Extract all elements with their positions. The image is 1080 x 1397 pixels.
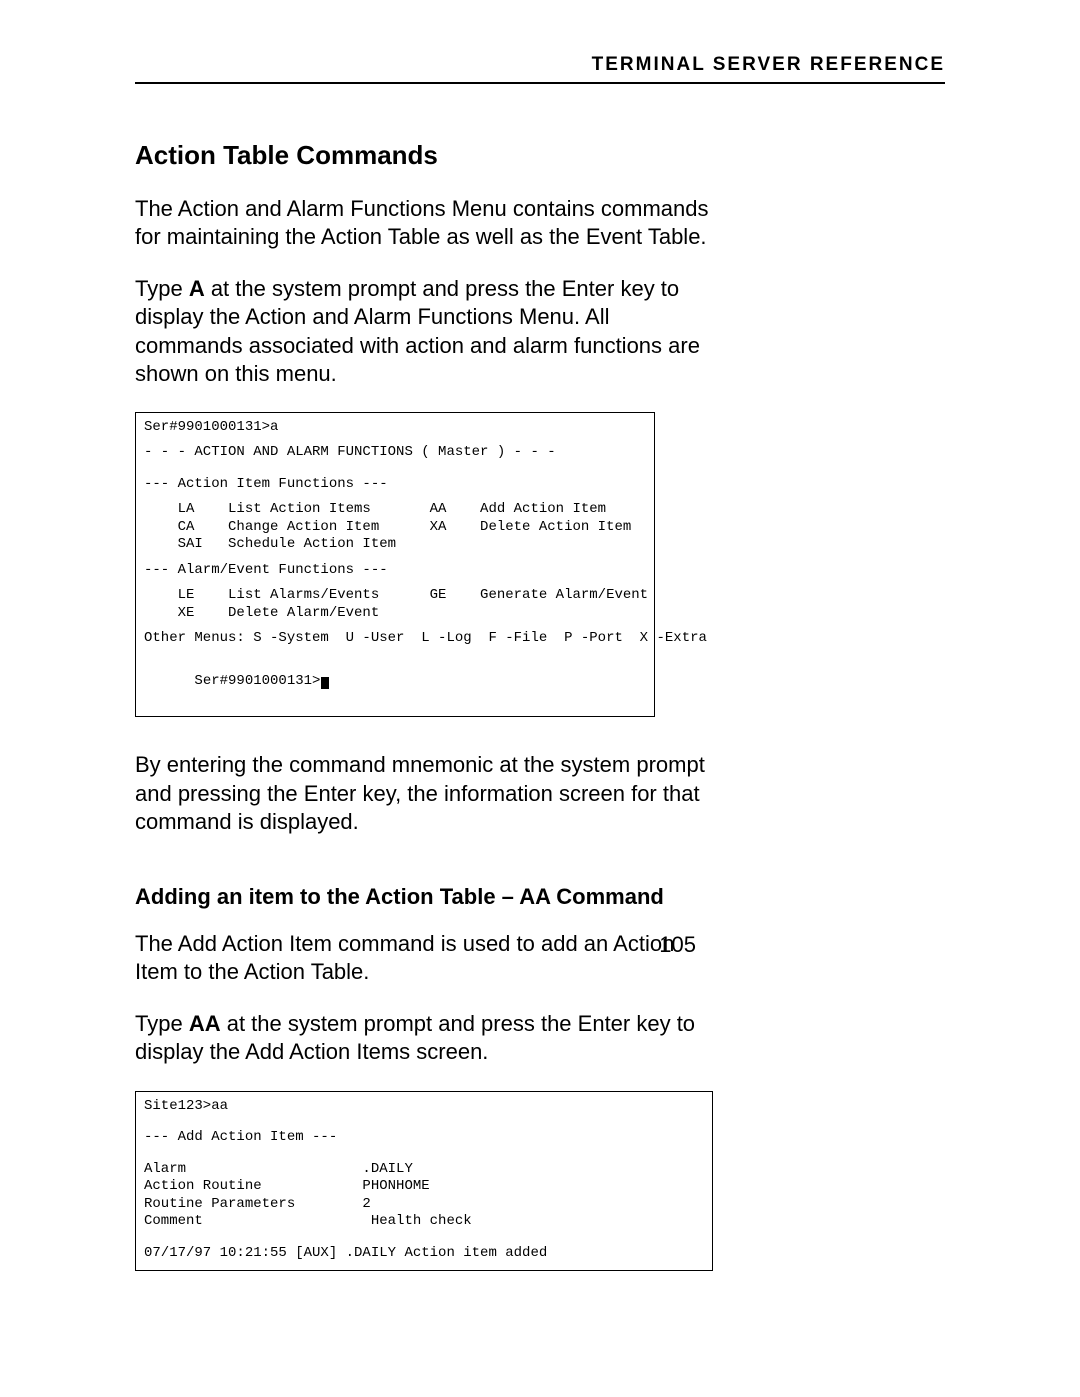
other-menus-line: Other Menus: S -System U -User L -Log F … — [144, 630, 646, 648]
section-para-2: Type A at the system prompt and press th… — [135, 275, 710, 388]
section-title: Action Table Commands — [135, 140, 945, 171]
text: Type — [135, 1011, 189, 1036]
aa-status-line: 07/17/97 10:21:55 [AUX] .DAILY Action it… — [144, 1245, 704, 1263]
terminal-menu-box: Ser#9901000131>a - - - ACTION AND ALARM … — [135, 412, 655, 718]
prompt-text: Ser#9901000131> — [194, 673, 320, 689]
menu-row: XE Delete Alarm/Event — [144, 605, 646, 623]
aa-field-row: Comment Health check — [144, 1213, 704, 1231]
text: Type — [135, 276, 189, 301]
subsection-para-2: Type AA at the system prompt and press t… — [135, 1010, 710, 1066]
menu-title: - - - ACTION AND ALARM FUNCTIONS ( Maste… — [144, 444, 646, 462]
menu-row: CA Change Action Item XA Delete Action I… — [144, 519, 646, 537]
key-aa: AA — [189, 1011, 221, 1036]
prompt-line-bottom: Ser#9901000131> — [144, 656, 646, 709]
key-a: A — [189, 276, 205, 301]
prompt-line: Ser#9901000131>a — [144, 419, 646, 437]
cursor-icon — [321, 677, 329, 689]
subsection-title: Adding an item to the Action Table – AA … — [135, 884, 945, 910]
aa-field-row: Action Routine PHONHOME — [144, 1178, 704, 1196]
section-para-1: The Action and Alarm Functions Menu cont… — [135, 195, 710, 251]
running-head: TERMINAL SERVER REFERENCE — [135, 54, 945, 82]
subsection-para-1: The Add Action Item command is used to a… — [135, 930, 710, 986]
group2-header: --- Alarm/Event Functions --- — [144, 562, 646, 580]
prompt-line: Site123>aa — [144, 1098, 704, 1116]
menu-row: LA List Action Items AA Add Action Item — [144, 501, 646, 519]
menu-row: SAI Schedule Action Item — [144, 536, 646, 554]
page: TERMINAL SERVER REFERENCE Action Table C… — [0, 0, 1080, 1397]
group1-header: --- Action Item Functions --- — [144, 476, 646, 494]
aa-field-row: Alarm .DAILY — [144, 1161, 704, 1179]
page-number: 105 — [659, 932, 696, 958]
aa-field-row: Routine Parameters 2 — [144, 1196, 704, 1214]
after-box-para: By entering the command mnemonic at the … — [135, 751, 710, 835]
header-rule — [135, 82, 945, 84]
text: at the system prompt and press the Enter… — [135, 276, 700, 385]
aa-header: --- Add Action Item --- — [144, 1129, 704, 1147]
terminal-aa-box: Site123>aa --- Add Action Item --- Alarm… — [135, 1091, 713, 1272]
menu-row: LE List Alarms/Events GE Generate Alarm/… — [144, 587, 646, 605]
